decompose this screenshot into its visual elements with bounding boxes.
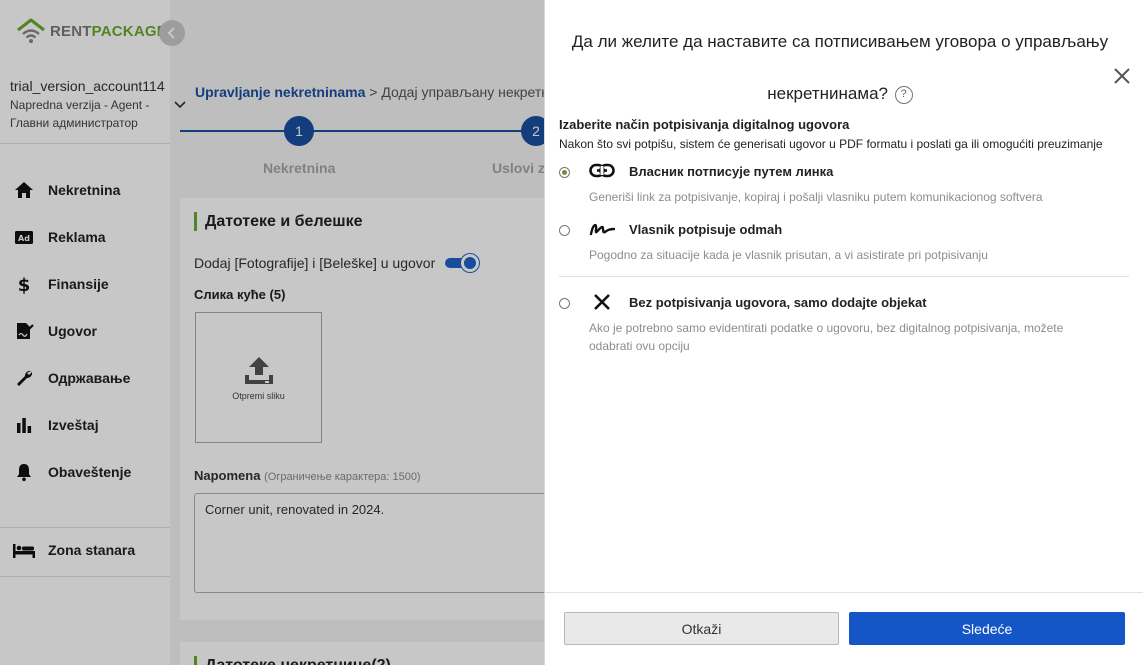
option-label: Vlasnik potpisuje odmah xyxy=(629,222,783,237)
section-title: Izaberite način potpisivanja digitalnog … xyxy=(559,117,850,132)
cancel-button[interactable]: Otkaži xyxy=(564,612,839,645)
signature-icon xyxy=(589,223,615,236)
options-divider xyxy=(559,276,1129,277)
signing-drawer: Да ли желите да наставите са потписивање… xyxy=(544,0,1143,665)
drawer-title: Да ли желите да наставите са потписивање… xyxy=(571,32,1109,104)
option-description: Pogodno za situacije kada je vlasnik pri… xyxy=(589,248,988,262)
option-description: Generiši link za potpisivanje, kopiraj i… xyxy=(589,190,1043,204)
option-label: Власник потписује путем линка xyxy=(629,164,834,179)
help-icon[interactable]: ? xyxy=(894,85,913,104)
radio-unselected[interactable] xyxy=(559,298,570,309)
radio-unselected[interactable] xyxy=(559,225,570,236)
option-description: Ako je potrebno samo evidentirati podatk… xyxy=(589,321,1064,353)
link-icon xyxy=(589,163,615,178)
x-mark-icon xyxy=(594,294,610,310)
radio-selected[interactable] xyxy=(559,167,570,178)
footer-divider xyxy=(545,592,1143,593)
modal-backdrop[interactable] xyxy=(0,0,544,665)
section-subtitle: Nakon što svi potpišu, sistem će generis… xyxy=(559,137,1103,151)
close-icon[interactable] xyxy=(1110,64,1134,88)
next-button[interactable]: Sledeće xyxy=(849,612,1125,645)
option-label: Bez potpisivanja ugovora, samo dodajte o… xyxy=(629,295,927,310)
